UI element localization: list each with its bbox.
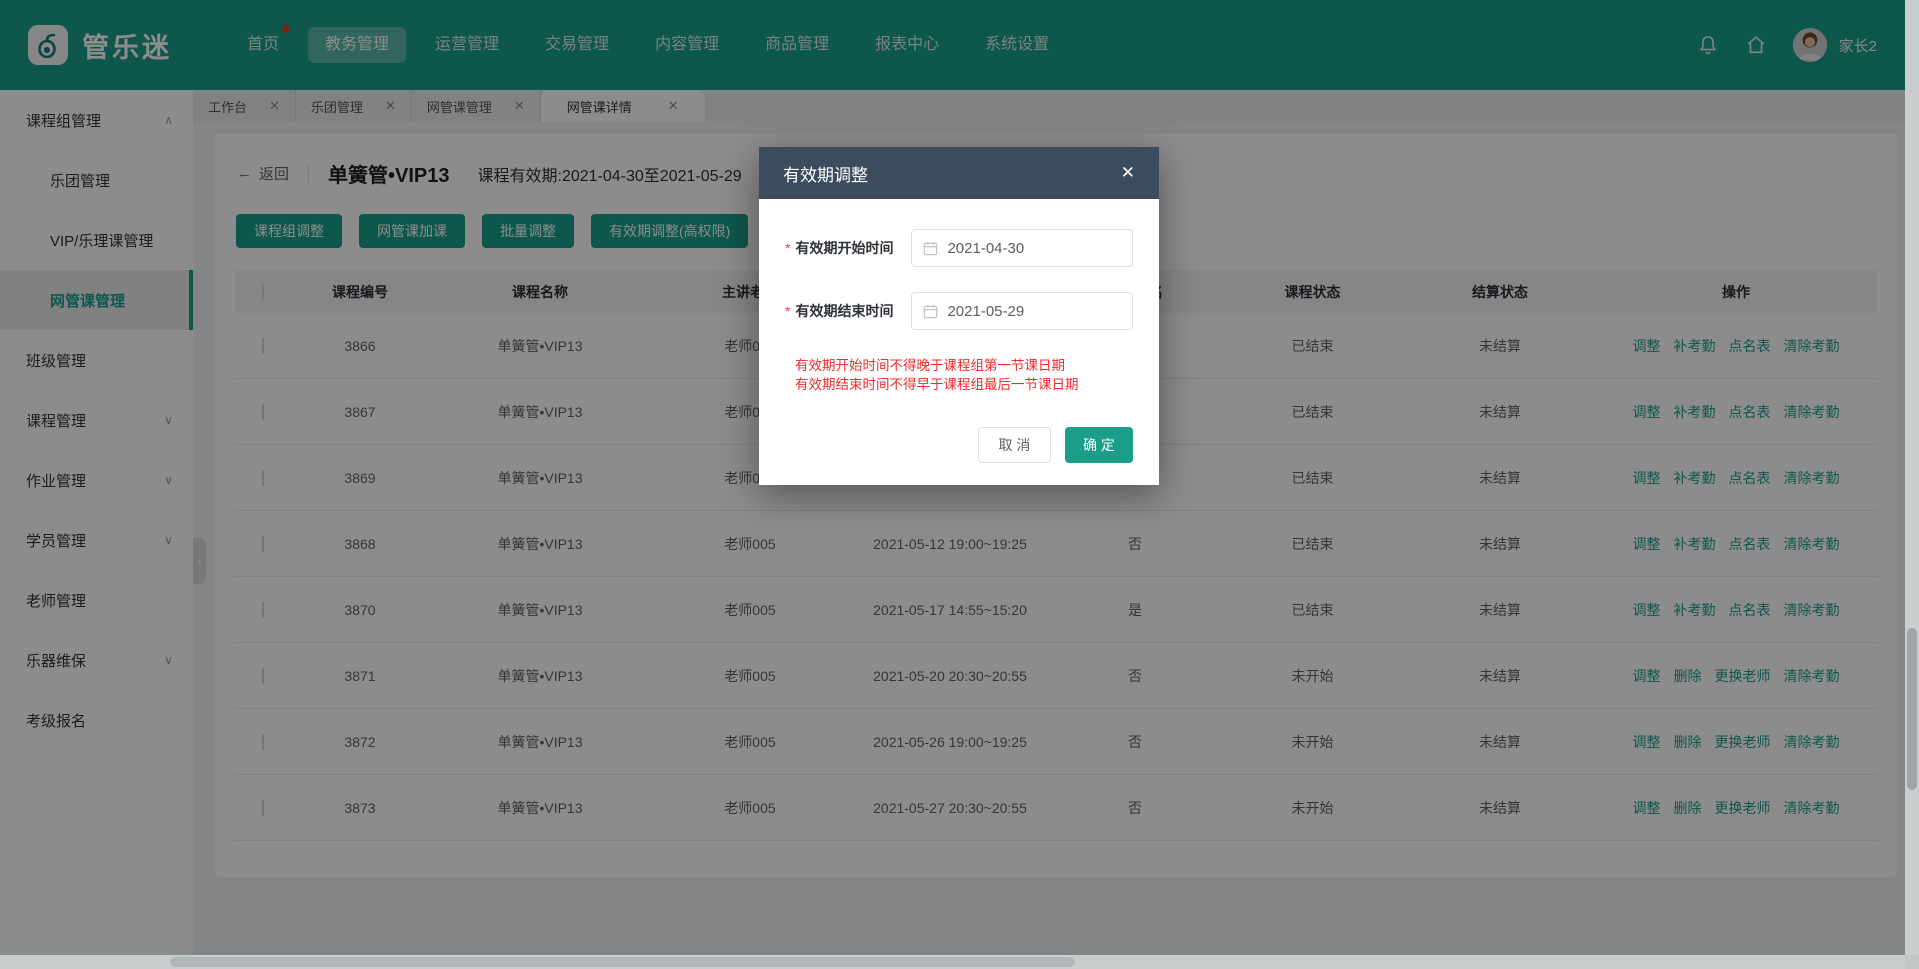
horizontal-scrollbar-thumb[interactable]: [170, 957, 1075, 967]
vertical-scrollbar-thumb[interactable]: [1907, 628, 1917, 790]
cancel-button[interactable]: 取 消: [978, 427, 1051, 463]
start-date-input[interactable]: 2021-04-30: [911, 229, 1133, 267]
required-asterisk: *: [785, 303, 790, 319]
end-date-label: 有效期结束时间: [795, 301, 911, 321]
start-date-label: 有效期开始时间: [795, 238, 911, 258]
horizontal-scrollbar[interactable]: [0, 955, 1905, 969]
close-icon[interactable]: ✕: [1121, 163, 1135, 183]
vertical-scrollbar[interactable]: [1905, 0, 1919, 955]
required-asterisk: *: [785, 240, 790, 256]
warning-line-1: 有效期开始时间不得晚于课程组第一节课日期: [795, 356, 1133, 375]
validity-adjust-modal: 有效期调整 ✕ * 有效期开始时间 2021-04-30 * 有效期结束时间: [759, 147, 1159, 485]
calendar-icon: [923, 304, 938, 319]
modal-title: 有效期调整: [783, 161, 868, 186]
scrollbar-corner: [1905, 955, 1919, 969]
end-date-value: 2021-05-29: [947, 303, 1024, 320]
end-date-input[interactable]: 2021-05-29: [911, 292, 1133, 330]
confirm-button[interactable]: 确 定: [1065, 427, 1133, 463]
start-date-value: 2021-04-30: [947, 240, 1024, 257]
warning-line-2: 有效期结束时间不得早于课程组最后一节课日期: [795, 375, 1133, 394]
calendar-icon: [923, 241, 938, 256]
